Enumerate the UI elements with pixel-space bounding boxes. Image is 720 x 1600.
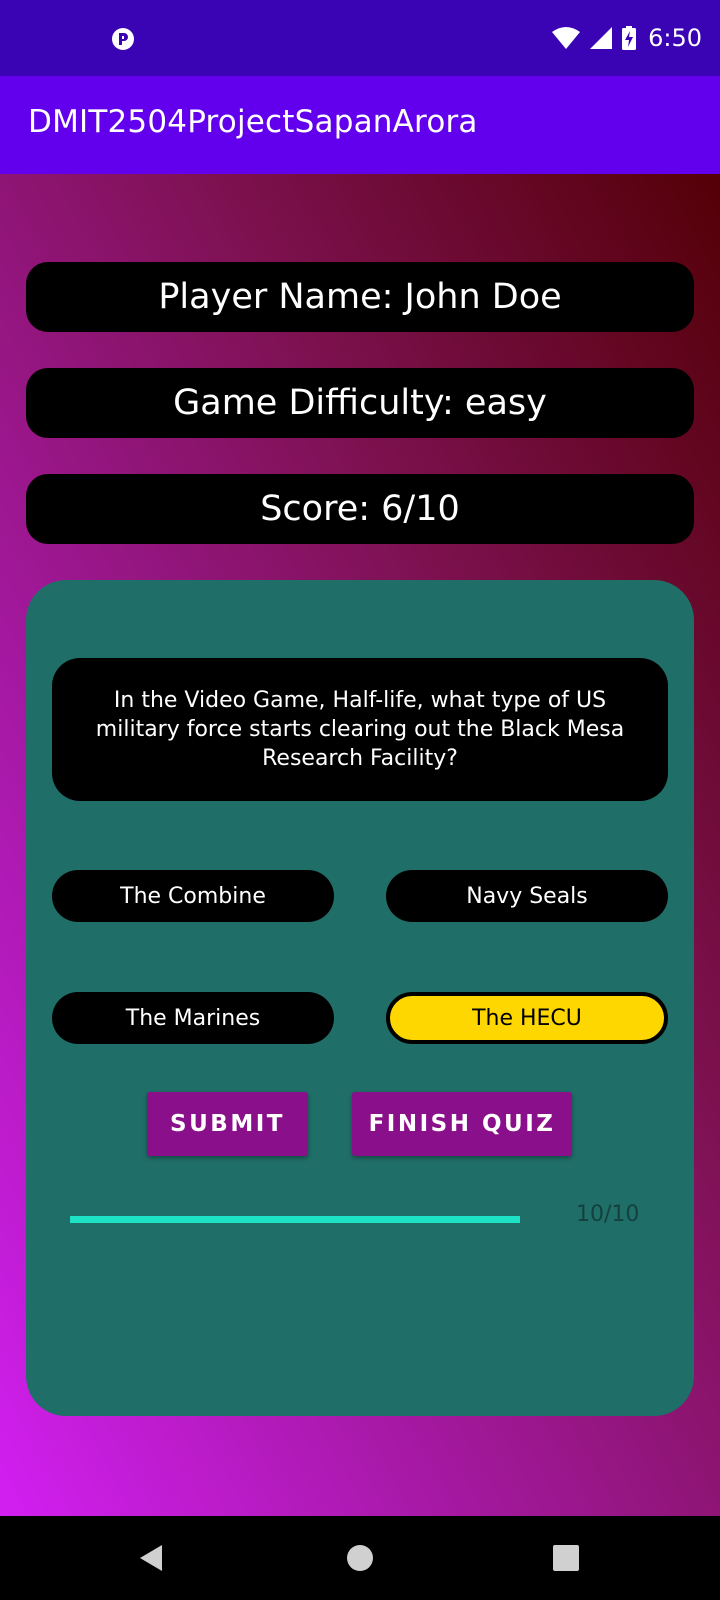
answer-option-2[interactable]: Navy Seals — [386, 870, 668, 922]
app-title: DMIT2504ProjectSapanArora — [28, 104, 478, 140]
quiz-progress-fill — [70, 1216, 520, 1223]
game-difficulty-label: Game Difficulty: easy — [26, 368, 694, 438]
quiz-screen: Player Name: John Doe Game Difficulty: e… — [0, 174, 720, 1516]
status-bar: 6:50 — [0, 0, 720, 76]
quiz-card: In the Video Game, Half-life, what type … — [26, 580, 694, 1416]
submit-button[interactable]: SUBMIT — [147, 1092, 308, 1156]
player-name-label: Player Name: John Doe — [26, 262, 694, 332]
navigation-bar — [0, 1516, 720, 1600]
back-icon[interactable] — [136, 1542, 168, 1574]
wifi-icon — [552, 27, 581, 49]
quiz-progress-bar — [70, 1216, 520, 1223]
app-bar: DMIT2504ProjectSapanArora — [0, 76, 720, 174]
battery-charging-icon — [622, 26, 637, 50]
score-label: Score: 6/10 — [26, 474, 694, 544]
status-time: 6:50 — [648, 24, 702, 52]
home-icon[interactable] — [344, 1542, 376, 1574]
question-text: In the Video Game, Half-life, what type … — [52, 658, 668, 801]
answer-option-3[interactable]: The Marines — [52, 992, 334, 1044]
answer-option-4-selected[interactable]: The HECU — [386, 992, 668, 1044]
app-notification-icon — [112, 28, 134, 50]
quiz-progress-label: 10/10 — [576, 1202, 640, 1227]
recents-icon[interactable] — [550, 1542, 582, 1574]
signal-icon — [590, 27, 613, 49]
finish-quiz-button[interactable]: FINISH QUIZ — [352, 1092, 572, 1156]
answer-option-1[interactable]: The Combine — [52, 870, 334, 922]
status-icons: 6:50 — [552, 22, 702, 54]
